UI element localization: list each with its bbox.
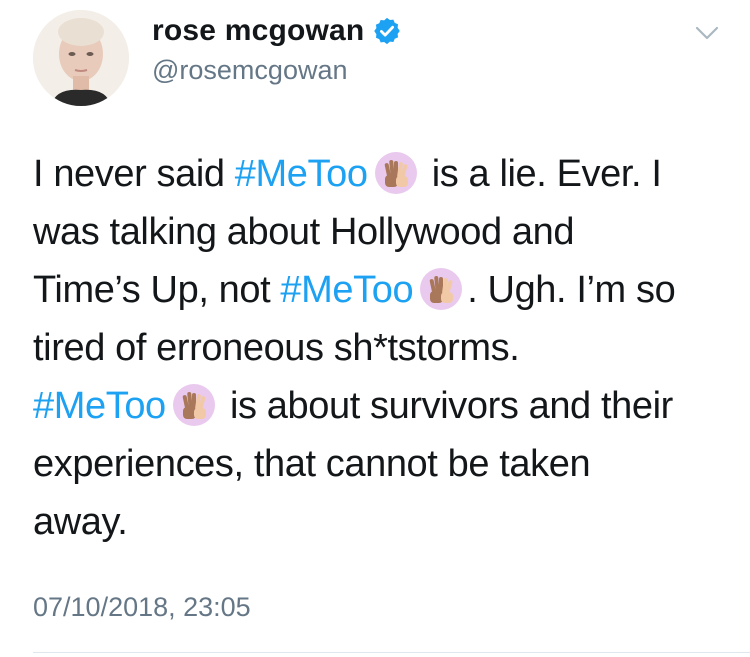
tweet-line: away.: [33, 501, 128, 543]
chevron-down-icon[interactable]: [692, 22, 722, 44]
divider: [33, 652, 750, 653]
tweet-line: was talking about Hollywood and: [33, 211, 575, 253]
avatar[interactable]: [33, 10, 129, 106]
tweet-line: tired of erroneous sh*tstorms.: [33, 327, 520, 369]
tweet-line: I never said #MeToo is a lie. Ever. I: [33, 145, 733, 203]
text-segment: I never said: [33, 153, 235, 195]
text-segment: Time’s Up, not: [33, 269, 281, 311]
author-display-name[interactable]: rose mcgowan: [152, 14, 402, 48]
raised-hands-icon: [172, 383, 216, 427]
raised-hands-icon: [374, 151, 418, 195]
author-handle[interactable]: @rosemcgowan: [152, 55, 348, 86]
hashtag-link[interactable]: #MeToo: [235, 153, 368, 195]
tweet-line: #MeToo is about survivors and their: [33, 377, 733, 435]
raised-hands-icon: [419, 267, 463, 311]
text-segment: is a lie. Ever. I: [421, 153, 662, 195]
tweet-text: I never said #MeToo is a lie. Ever. I wa…: [33, 145, 733, 551]
hashtag-link[interactable]: #MeToo: [280, 269, 413, 311]
hashtag-link[interactable]: #MeToo: [33, 385, 166, 427]
tweet: rose mcgowan @rosemcgowan I never said #…: [0, 0, 750, 657]
verified-badge-icon: [372, 16, 402, 46]
author-name-text[interactable]: rose mcgowan: [152, 14, 364, 48]
tweet-line: experiences, that cannot be taken: [33, 443, 591, 485]
tweet-line: Time’s Up, not #MeToo . Ugh. I’m so: [33, 261, 733, 319]
tweet-timestamp[interactable]: 07/10/2018, 23:05: [33, 592, 251, 623]
text-segment: . Ugh. I’m so: [467, 269, 676, 311]
text-segment: is about survivors and their: [219, 385, 673, 427]
